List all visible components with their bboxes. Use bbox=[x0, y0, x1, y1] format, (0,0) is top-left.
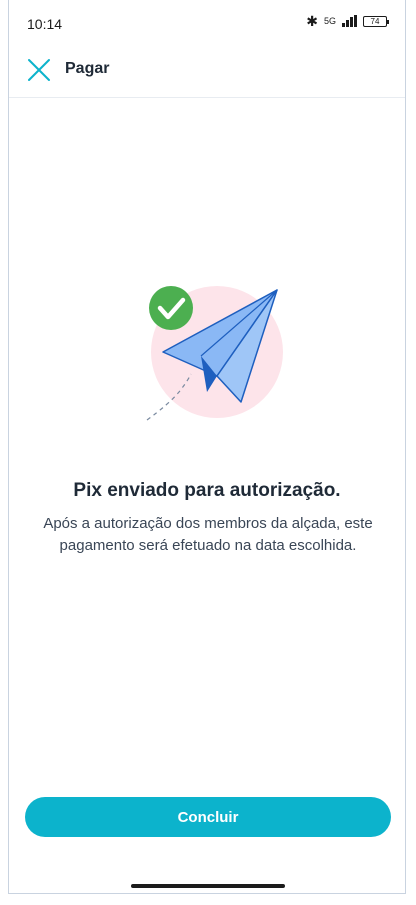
status-bar: 10:14 ✱ 5G 74 bbox=[9, 0, 405, 48]
status-time: 10:14 bbox=[27, 16, 63, 32]
paper-plane-illustration bbox=[146, 286, 283, 421]
home-indicator[interactable] bbox=[131, 884, 285, 888]
battery-icon: 74 bbox=[363, 15, 389, 27]
close-icon[interactable] bbox=[25, 56, 53, 84]
success-title: Pix enviado para autorização. bbox=[73, 480, 341, 501]
network-label: 5G bbox=[323, 16, 336, 26]
success-check-icon bbox=[149, 286, 193, 330]
conclude-button[interactable]: Concluir bbox=[25, 797, 391, 837]
page-title: Pagar bbox=[65, 60, 110, 77]
success-message: Após a autorização dos membros da alçada… bbox=[43, 515, 373, 554]
status-icons: ✱ 5G 74 bbox=[306, 13, 389, 29]
app-screen: 10:14 ✱ 5G 74 Pagar Pix enviado para aut… bbox=[8, 0, 406, 894]
bluetooth-icon: ✱ bbox=[306, 13, 318, 29]
app-header: Pagar bbox=[9, 48, 405, 98]
signal-icon bbox=[342, 15, 357, 27]
